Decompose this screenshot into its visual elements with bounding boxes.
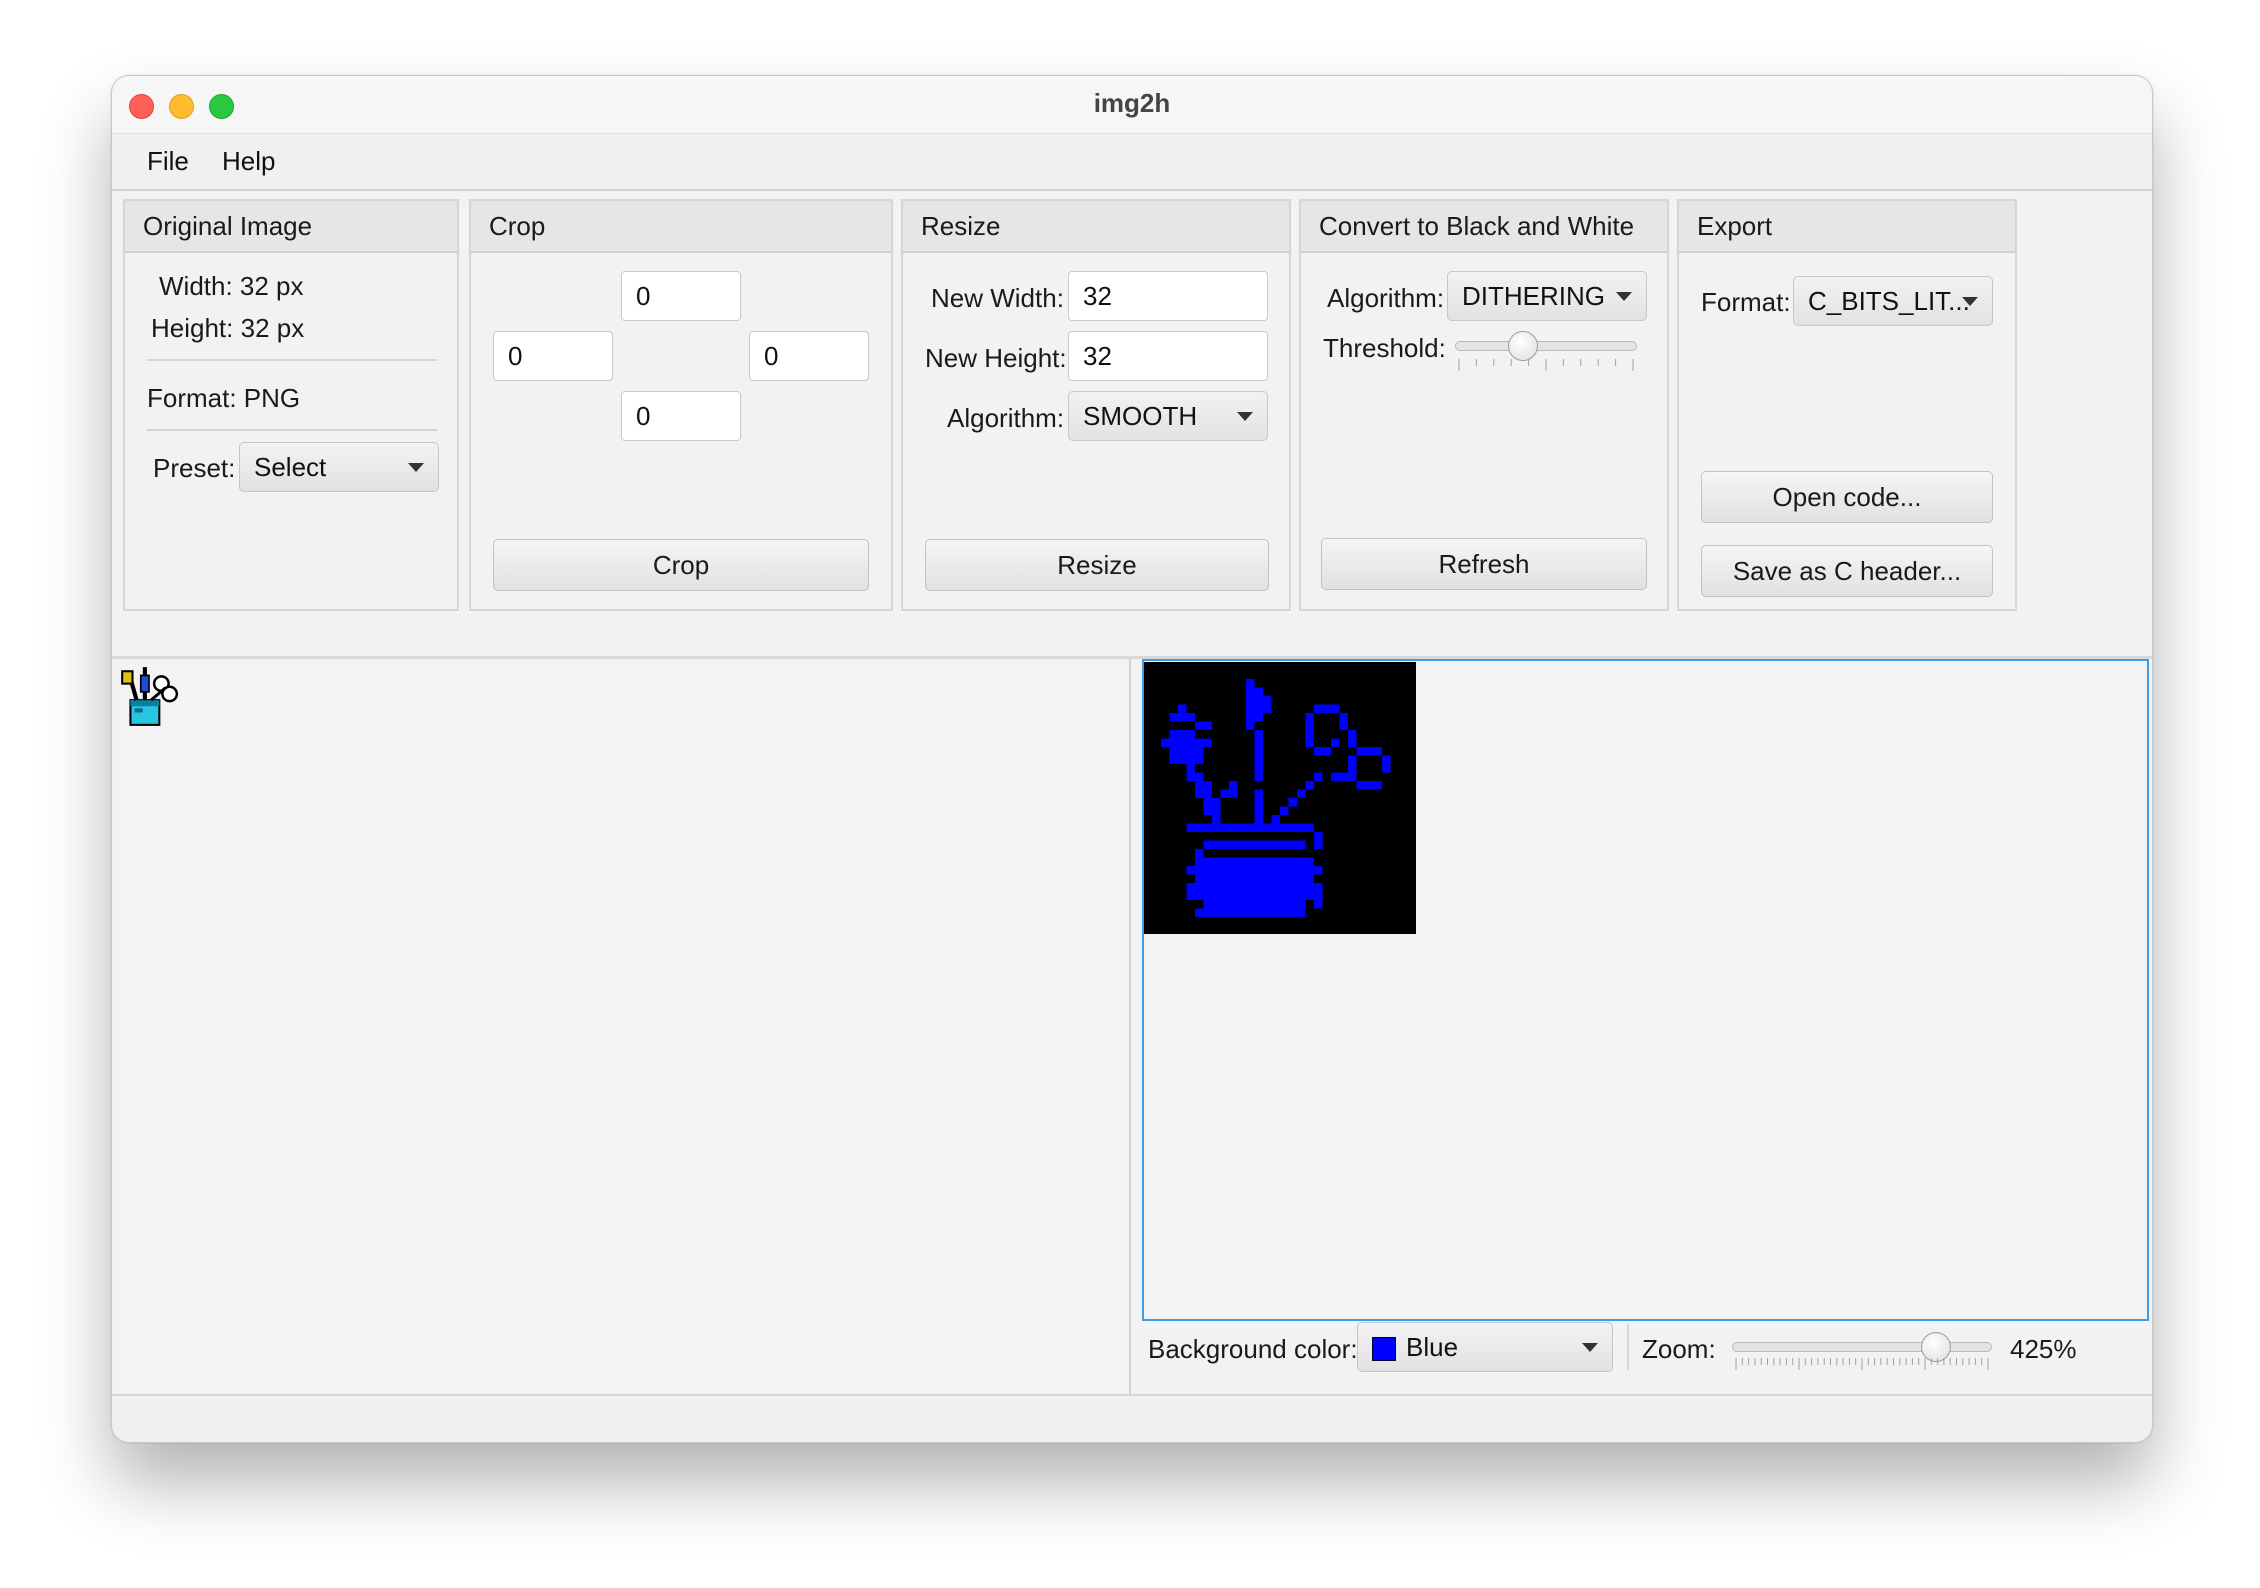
resize-algorithm-value: SMOOTH <box>1083 401 1198 431</box>
chevron-down-icon <box>1616 292 1632 301</box>
refresh-button[interactable]: Refresh <box>1321 538 1647 590</box>
export-format-label: Format: <box>1701 287 1791 317</box>
original-image-panel: Original Image Width: 32 px Height: 32 p… <box>123 199 459 611</box>
background-color-label: Background color: <box>1148 1334 1358 1364</box>
chevron-down-icon <box>408 463 424 472</box>
bw-panel: Convert to Black and White Algorithm: DI… <box>1299 199 1669 611</box>
resize-algorithm-label: Algorithm: <box>947 403 1065 433</box>
original-width-label: Width: 32 px <box>159 271 304 301</box>
app-window: img2h File Help Original Image Width: 32… <box>111 75 2153 1443</box>
crop-bottom-input[interactable]: 0 <box>621 391 741 441</box>
new-width-input[interactable]: 32 <box>1068 271 1268 321</box>
converted-image <box>1144 662 1416 934</box>
panel-title: Export <box>1679 201 2015 253</box>
new-height-label: New Height: <box>925 343 1067 373</box>
save-c-header-button[interactable]: Save as C header... <box>1701 545 1993 597</box>
preset-select[interactable]: Select <box>239 442 439 492</box>
original-image-view <box>114 659 1131 1394</box>
menu-bar: File Help <box>112 134 2152 191</box>
background-color-value: Blue <box>1406 1332 1459 1362</box>
chevron-down-icon <box>1962 297 1978 306</box>
crop-right-input[interactable]: 0 <box>749 331 869 381</box>
bw-algorithm-select[interactable]: DITHERING <box>1447 271 1647 321</box>
window-title: img2h <box>1093 88 1171 118</box>
threshold-ticks <box>1458 359 1634 371</box>
zoom-ticks <box>1735 1358 1989 1370</box>
export-format-select[interactable]: C_BITS_LIT... <box>1793 276 1993 326</box>
zoom-value: 425% <box>2010 1334 2077 1364</box>
crop-button[interactable]: Crop <box>493 539 869 591</box>
preset-value: Select <box>254 452 327 482</box>
crop-left-input[interactable]: 0 <box>493 331 613 381</box>
export-format-value: C_BITS_LIT... <box>1808 286 1970 316</box>
bw-algorithm-label: Algorithm: <box>1327 283 1445 313</box>
resize-panel: Resize New Width: 32 New Height: 32 Algo… <box>901 199 1291 611</box>
export-panel: Export Format: C_BITS_LIT... Open code..… <box>1677 199 2017 611</box>
threshold-slider-thumb[interactable] <box>1508 331 1539 361</box>
divider <box>147 359 437 361</box>
crop-panel: Crop 0 0 0 0 Crop <box>469 199 893 611</box>
new-height-input[interactable]: 32 <box>1068 331 1268 381</box>
title-bar: img2h <box>112 76 2152 134</box>
status-bar <box>112 1394 2152 1442</box>
open-code-button[interactable]: Open code... <box>1701 471 1993 523</box>
chevron-down-icon <box>1237 412 1253 421</box>
original-format-label: Format: PNG <box>147 383 301 413</box>
zoom-slider-track[interactable] <box>1732 1342 1992 1352</box>
threshold-slider-track[interactable] <box>1455 341 1637 351</box>
divider <box>1627 1324 1629 1370</box>
menu-help[interactable]: Help <box>222 146 275 177</box>
color-swatch-icon <box>1372 1337 1396 1362</box>
chevron-down-icon <box>1582 1343 1598 1352</box>
original-thumbnail-icon <box>121 667 179 726</box>
preset-label: Preset: <box>153 453 236 483</box>
crop-top-input[interactable]: 0 <box>621 271 741 321</box>
background-color-select[interactable]: Blue <box>1357 1322 1613 1372</box>
panel-title: Crop <box>471 201 891 253</box>
new-width-label: New Width: <box>931 283 1064 313</box>
original-height-label: Height: 32 px <box>151 313 305 343</box>
panel-title: Resize <box>903 201 1289 253</box>
menu-file[interactable]: File <box>147 146 189 177</box>
threshold-label: Threshold: <box>1323 333 1446 363</box>
bw-algorithm-value: DITHERING <box>1462 281 1605 311</box>
panel-title: Convert to Black and White <box>1301 201 1667 253</box>
panel-title: Original Image <box>125 201 457 253</box>
resize-button[interactable]: Resize <box>925 539 1269 591</box>
zoom-label: Zoom: <box>1642 1334 1716 1364</box>
resize-algorithm-select[interactable]: SMOOTH <box>1068 391 1268 441</box>
divider <box>147 429 437 431</box>
